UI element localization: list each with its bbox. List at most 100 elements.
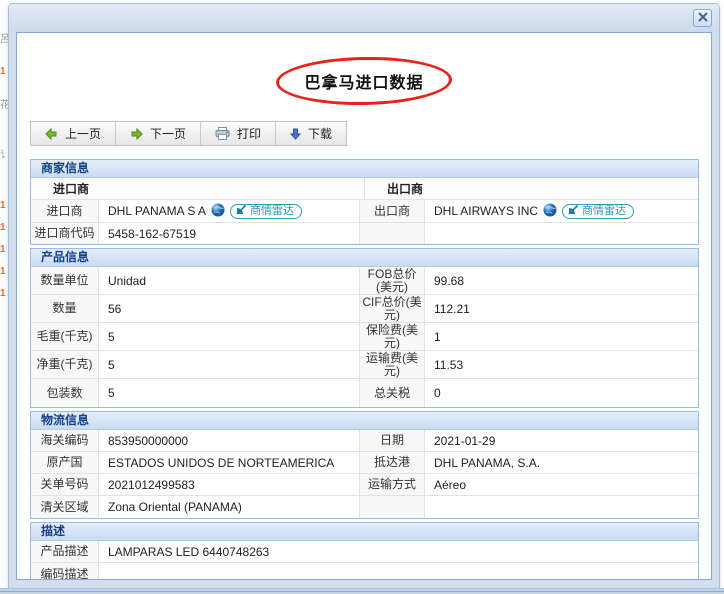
importer-group-header: 进口商: [31, 178, 364, 199]
field-label: CIF总价(美元): [359, 295, 424, 322]
field-label: 运输方式: [359, 474, 424, 495]
field-value: 5: [98, 379, 359, 407]
product-row: 毛重(千克) 5 保险费(美元) 1: [31, 323, 698, 351]
merchant-row: 进口商 DHL PANAMA S A: [31, 200, 698, 223]
merchant-group-header-row: 进口商 出口商: [31, 178, 698, 200]
window-bottom-edge: [0, 588, 724, 594]
field-label: 抵达港: [359, 452, 424, 473]
merchant-section: 商家信息 进口商 出口商 进口商 DHL PANAMA S A: [30, 159, 699, 245]
logistics-row: 原产国 ESTADOS UNIDOS DE NORTEAMERICA 抵达港 D…: [31, 452, 698, 474]
field-label: 产品描述: [31, 541, 98, 562]
download-label: 下载: [308, 125, 332, 142]
printer-icon: [215, 127, 230, 140]
field-value: 5: [98, 351, 359, 378]
field-value: LAMPARAS LED 6440748263: [98, 541, 698, 562]
field-value: 56: [98, 295, 359, 322]
description-section: 描述 产品描述 LAMPARAS LED 6440748263 编码描述: [30, 522, 699, 580]
exporter-label: 出口商: [359, 200, 424, 222]
importer-radar-button[interactable]: 商情雷达: [230, 204, 302, 219]
title-area: 巴拿马进口数据: [17, 47, 711, 115]
field-value: Aéreo: [424, 474, 698, 495]
field-value: 853950000000: [98, 430, 359, 451]
field-label: 原产国: [31, 452, 98, 473]
globe-icon[interactable]: [543, 203, 557, 220]
field-label: 运输费(美元): [359, 351, 424, 378]
field-value: 99.68: [424, 267, 698, 294]
logistics-row: 清关区域 Zona Oriental (PANAMA): [31, 496, 698, 518]
importer-code-value: 5458-162-67519: [98, 223, 359, 244]
field-label: 日期: [359, 430, 424, 451]
print-button[interactable]: 打印: [201, 122, 276, 145]
pager-toolbar: 上一页 下一页 打印: [30, 121, 347, 146]
close-icon: [698, 9, 708, 27]
next-page-label: 下一页: [150, 125, 186, 142]
exporter-radar-button[interactable]: 商情雷达: [562, 204, 634, 219]
field-label: [359, 496, 424, 518]
field-value: ESTADOS UNIDOS DE NORTEAMERICA: [98, 452, 359, 473]
green-arrow-right-icon: [130, 128, 143, 140]
importer-value-cell: DHL PANAMA S A: [98, 200, 359, 222]
importer-name: DHL PANAMA S A: [108, 204, 206, 218]
bg-fragment: 1: [0, 222, 6, 233]
field-value: 2021-01-29: [424, 430, 698, 451]
exporter-group-header: 出口商: [364, 178, 698, 199]
field-value: 0: [424, 379, 698, 407]
exporter-radar-label: 商情雷达: [582, 205, 626, 218]
bg-fragment: 讠: [0, 146, 8, 161]
product-row: 包装数 5 总关税 0: [31, 379, 698, 407]
description-section-header: 描述: [31, 523, 698, 541]
field-label: 保险费(美元): [359, 323, 424, 350]
field-label: 净重(千克): [31, 351, 98, 378]
product-section-header: 产品信息: [31, 249, 698, 267]
bg-fragment: 1: [0, 288, 6, 299]
field-value: 5: [98, 323, 359, 350]
empty-value-cell: [424, 223, 698, 244]
field-label: 海关编码: [31, 430, 98, 451]
field-value: Unidad: [98, 267, 359, 294]
next-page-button[interactable]: 下一页: [116, 122, 201, 145]
field-label: 编码描述: [31, 563, 98, 580]
importer-code-label: 进口商代码: [31, 223, 98, 244]
bg-fragment: 1: [0, 66, 6, 77]
bg-fragment: 1: [0, 200, 6, 211]
dialog-titlebar: [9, 4, 719, 32]
download-button[interactable]: 下载: [276, 122, 346, 145]
field-value: [98, 563, 698, 580]
description-row: 产品描述 LAMPARAS LED 6440748263: [31, 541, 698, 563]
product-row: 数量 56 CIF总价(美元) 112.21: [31, 295, 698, 323]
prev-page-label: 上一页: [65, 125, 101, 142]
product-row: 数量单位 Unidad FOB总价(美元) 99.68: [31, 267, 698, 295]
background-page-sliver: 呂 1 花 讠 1 1 1 1 1: [0, 0, 8, 594]
bg-fragment: 1: [0, 244, 6, 255]
description-row: 编码描述: [31, 563, 698, 580]
radar-icon: [236, 204, 247, 219]
page-title: 巴拿马进口数据: [304, 69, 423, 93]
print-label: 打印: [237, 125, 261, 142]
field-value: DHL PANAMA, S.A.: [424, 452, 698, 473]
field-label: 数量: [31, 295, 98, 322]
exporter-name: DHL AIRWAYS INC: [434, 204, 538, 218]
field-label: 包装数: [31, 379, 98, 407]
bg-fragment: 1: [0, 266, 6, 277]
field-value: 1: [424, 323, 698, 350]
exporter-value-cell: DHL AIRWAYS INC: [424, 200, 698, 222]
product-row: 净重(千克) 5 运输费(美元) 11.53: [31, 351, 698, 379]
field-value: [424, 496, 698, 518]
field-label: 数量单位: [31, 267, 98, 294]
field-label: 关单号码: [31, 474, 98, 495]
importer-label: 进口商: [31, 200, 98, 222]
close-button[interactable]: [693, 9, 712, 27]
merchant-row: 进口商代码 5458-162-67519: [31, 223, 698, 244]
blue-arrow-down-icon: [290, 128, 301, 140]
logistics-section-header: 物流信息: [31, 412, 698, 430]
product-section: 产品信息 数量单位 Unidad FOB总价(美元) 99.68 数量 56 C…: [30, 248, 699, 408]
empty-label-cell: [359, 223, 424, 244]
prev-page-button[interactable]: 上一页: [31, 122, 116, 145]
logistics-row: 海关编码 853950000000 日期 2021-01-29: [31, 430, 698, 452]
logistics-row: 关单号码 2021012499583 运输方式 Aéreo: [31, 474, 698, 496]
import-data-dialog: 巴拿马进口数据 上一页 下一页: [8, 3, 720, 589]
field-label: FOB总价(美元): [359, 267, 424, 294]
field-value: 11.53: [424, 351, 698, 378]
globe-icon[interactable]: [211, 203, 225, 220]
dialog-content: 巴拿马进口数据 上一页 下一页: [16, 32, 712, 580]
